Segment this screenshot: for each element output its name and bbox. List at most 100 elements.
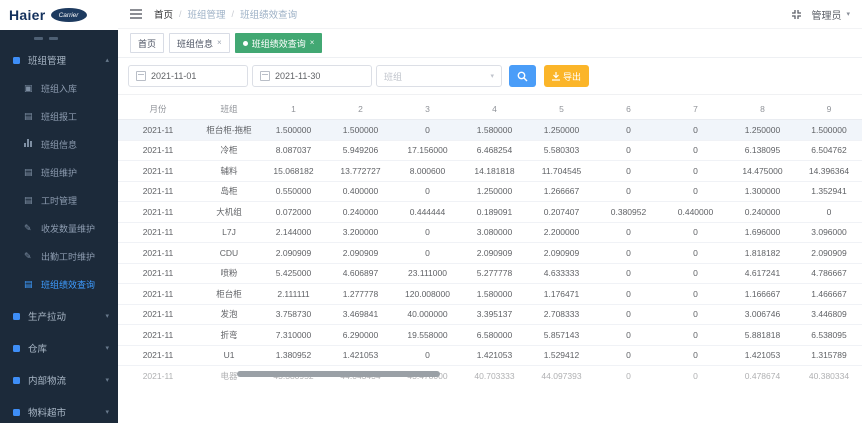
menu-dot-icon xyxy=(13,313,20,320)
tab-班组信息[interactable]: 班组信息× xyxy=(169,33,230,53)
table-row[interactable]: 2021-11大机组0.0720000.2400000.4444440.1890… xyxy=(118,202,862,223)
table-cell: 0.550000 xyxy=(260,186,327,196)
sidebar-item-label: 收发数量维护 xyxy=(41,222,95,235)
sidebar-group-2[interactable]: 仓库▾ xyxy=(0,334,118,362)
table-cell: 0.240000 xyxy=(327,207,394,217)
table-cell: 1.500000 xyxy=(327,125,394,135)
start-date-input[interactable]: 2021-11-01 xyxy=(128,65,248,87)
fullscreen-icon[interactable] xyxy=(791,9,802,20)
sidebar-item-班组报工[interactable]: ▤班组报工 xyxy=(0,102,118,130)
table-row[interactable]: 2021-11喷粉5.4250004.60689723.1110005.2777… xyxy=(118,264,862,285)
table-cell: 14.475000 xyxy=(729,166,796,176)
column-header: 7 xyxy=(662,104,729,114)
sidebar-item-label: 班组维护 xyxy=(41,166,77,179)
table-row[interactable]: 2021-11冷柜8.0870375.94920617.1560006.4682… xyxy=(118,141,862,162)
calendar-icon xyxy=(136,71,146,81)
table-cell: 3.096000 xyxy=(796,227,862,237)
sidebar-item-班组绩效查询[interactable]: ▤班组绩效查询 xyxy=(0,270,118,298)
hamburger-icon[interactable] xyxy=(130,9,142,19)
close-icon[interactable]: × xyxy=(310,39,315,47)
team-select[interactable]: 班组 ▾ xyxy=(376,65,502,87)
table-row[interactable]: 2021-11U11.3809521.42105301.4210531.5294… xyxy=(118,346,862,367)
search-button[interactable] xyxy=(509,65,536,87)
table-cell: 0 xyxy=(662,227,729,237)
table-cell: 0 xyxy=(662,309,729,319)
table-cell: 0 xyxy=(394,227,461,237)
export-button[interactable]: 导出 xyxy=(544,65,589,87)
table-row[interactable]: 2021-11柜台柜-拖柜1.5000001.50000001.5800001.… xyxy=(118,120,862,141)
table-cell: 1.250000 xyxy=(461,186,528,196)
table-cell: 19.558000 xyxy=(394,330,461,340)
sidebar-group-label: 物料超市 xyxy=(28,405,66,419)
top-header: 首页 / 班组管理 / 班组绩效查询 管理员 ▾ xyxy=(118,0,862,29)
tab-班组绩效查询[interactable]: 班组绩效查询× xyxy=(235,33,323,53)
table-cell: 120.008000 xyxy=(394,289,461,299)
table-cell: 2.090909 xyxy=(528,248,595,258)
close-icon[interactable]: × xyxy=(217,39,222,47)
tab-bar: 首页班组信息×班组绩效查询× xyxy=(118,29,862,58)
sidebar-group-3[interactable]: 内部物流▾ xyxy=(0,366,118,394)
sidebar: Haier Carrier 班组管理▴▣班组入库▤班组报工班组信息▤班组维护▤工… xyxy=(0,0,118,423)
table-cell: 冷柜 xyxy=(198,144,260,156)
storage-icon: ▣ xyxy=(24,83,37,94)
table-cell: 6.504762 xyxy=(796,145,862,155)
table-cell: 2021-11 xyxy=(118,125,198,135)
table-cell: 3.758730 xyxy=(260,309,327,319)
table-cell: 0.240000 xyxy=(729,207,796,217)
sidebar-item-收发数量维护[interactable]: ✎收发数量维护 xyxy=(0,214,118,242)
table-cell: 11.704545 xyxy=(528,166,595,176)
table-cell: 1.696000 xyxy=(729,227,796,237)
table-cell: 喷粉 xyxy=(198,267,260,279)
table-row[interactable]: 2021-11电器43.38095244.04343443.47800040.7… xyxy=(118,366,862,386)
sidebar-item-出勤工时维护[interactable]: ✎出勤工时维护 xyxy=(0,242,118,270)
horizontal-scrollbar[interactable] xyxy=(237,371,440,377)
table-cell: 0 xyxy=(796,207,862,217)
table-cell: 44.097393 xyxy=(528,371,595,381)
table-cell: 5.949206 xyxy=(327,145,394,155)
table-cell: 0 xyxy=(595,309,662,319)
column-header: 4 xyxy=(461,104,528,114)
sidebar-item-班组入库[interactable]: ▣班组入库 xyxy=(0,74,118,102)
breadcrumb-group-mgmt[interactable]: 班组管理 xyxy=(188,7,226,21)
tab-label: 首页 xyxy=(138,37,156,50)
tab-首页[interactable]: 首页 xyxy=(130,33,164,53)
table-cell: 辅料 xyxy=(198,165,260,177)
table-row[interactable]: 2021-11辅料15.06818213.7727278.00060014.18… xyxy=(118,161,862,182)
table-cell: 0 xyxy=(595,227,662,237)
user-menu[interactable]: 管理员 xyxy=(811,7,841,22)
table-cell: 0.207407 xyxy=(528,207,595,217)
table-row[interactable]: 2021-11折弯7.3100006.29000019.5580006.5800… xyxy=(118,325,862,346)
table-cell: 6.580000 xyxy=(461,330,528,340)
table-cell: 1.580000 xyxy=(461,289,528,299)
sidebar-group-4[interactable]: 物料超市▾ xyxy=(0,398,118,423)
table-cell: 5.425000 xyxy=(260,268,327,278)
table-cell: 1.300000 xyxy=(729,186,796,196)
table-cell: 0 xyxy=(595,371,662,381)
end-date-input[interactable]: 2021-11-30 xyxy=(252,65,372,87)
table-cell: 4.786667 xyxy=(796,268,862,278)
column-header: 月份 xyxy=(118,103,198,115)
table-row[interactable]: 2021-11发泡3.7587303.46984140.0000003.3951… xyxy=(118,305,862,326)
sidebar-item-班组信息[interactable]: 班组信息 xyxy=(0,130,118,158)
table-row[interactable]: 2021-11L7J2.1440003.20000003.0800002.200… xyxy=(118,223,862,244)
maintain-icon: ▤ xyxy=(24,167,37,178)
table-cell: 5.857143 xyxy=(528,330,595,340)
table-cell: 1.380952 xyxy=(260,350,327,360)
table-cell: 17.156000 xyxy=(394,145,461,155)
table-cell: 0 xyxy=(595,268,662,278)
sidebar-group-0[interactable]: 班组管理▴ xyxy=(0,46,118,74)
chevron-down-icon: ▾ xyxy=(105,344,109,352)
table-row[interactable]: 2021-11柜台柜2.1111111.277778120.0080001.58… xyxy=(118,284,862,305)
table-cell: 0.440000 xyxy=(662,207,729,217)
table-cell: 1.277778 xyxy=(327,289,394,299)
sidebar-group-1[interactable]: 生产拉动▾ xyxy=(0,302,118,330)
sidebar-item-工时管理[interactable]: ▤工时管理 xyxy=(0,186,118,214)
table-row[interactable]: 2021-11岛柜0.5500000.40000001.2500001.2666… xyxy=(118,182,862,203)
table-cell: 3.200000 xyxy=(327,227,394,237)
table-cell: 3.006746 xyxy=(729,309,796,319)
breadcrumb-home[interactable]: 首页 xyxy=(154,7,173,21)
sidebar-item-班组维护[interactable]: ▤ 班组维护 xyxy=(0,158,118,186)
table-cell: 0 xyxy=(595,289,662,299)
table-cell: 3.395137 xyxy=(461,309,528,319)
table-row[interactable]: 2021-11CDU2.0909092.09090902.0909092.090… xyxy=(118,243,862,264)
